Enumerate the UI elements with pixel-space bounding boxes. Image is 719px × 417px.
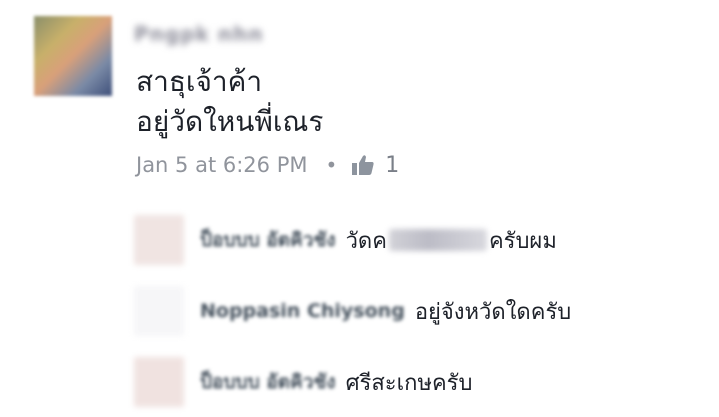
- reply-author-name[interactable]: ป็อบบบ อัตคิวชัง: [200, 367, 336, 397]
- reply-avatar[interactable]: [134, 215, 184, 265]
- redaction-blur: [388, 229, 487, 251]
- commenter-name[interactable]: Pngpk nhn: [134, 22, 264, 46]
- like-count[interactable]: 1: [385, 153, 399, 178]
- comment-text-line-1: สาธุเจ้าค้า: [136, 65, 263, 98]
- reply-text: วัดค ครับผม: [346, 223, 557, 258]
- comment-text-line-2: อยู่วัดใหนพี่เณร: [136, 105, 324, 138]
- meta-separator: •: [325, 153, 338, 177]
- reply-text: ศรีสะเกษครับ: [345, 370, 473, 396]
- reply-item: ป็อบบบ อัตคิวชัง วัดค ครับผม: [134, 215, 694, 265]
- comment-timestamp[interactable]: Jan 5 at 6:26 PM: [136, 153, 307, 177]
- reply-author-name[interactable]: Noppasin Chiysong: [200, 300, 405, 322]
- reply-text-end: ครับผม: [488, 228, 557, 254]
- thumbs-up-icon[interactable]: [351, 154, 375, 176]
- reply-avatar[interactable]: [134, 286, 184, 336]
- reply-author-name[interactable]: ป็อบบบ อัตคิวชัง: [200, 225, 336, 255]
- reply-avatar[interactable]: [134, 357, 184, 407]
- commenter-avatar[interactable]: [34, 16, 112, 96]
- comment-text: สาธุเจ้าค้า อยู่วัดใหนพี่เณร: [136, 62, 323, 142]
- reply-text: อยู่จังหวัดใดครับ: [414, 299, 572, 325]
- reply-item: ป็อบบบ อัตคิวชัง ศรีสะเกษครับ: [134, 357, 694, 407]
- reply-text-start: วัดค: [345, 228, 387, 254]
- comment-meta: Jan 5 at 6:26 PM • 1: [136, 148, 399, 182]
- reply-item: Noppasin Chiysong อยู่จังหวัดใดครับ: [134, 286, 694, 336]
